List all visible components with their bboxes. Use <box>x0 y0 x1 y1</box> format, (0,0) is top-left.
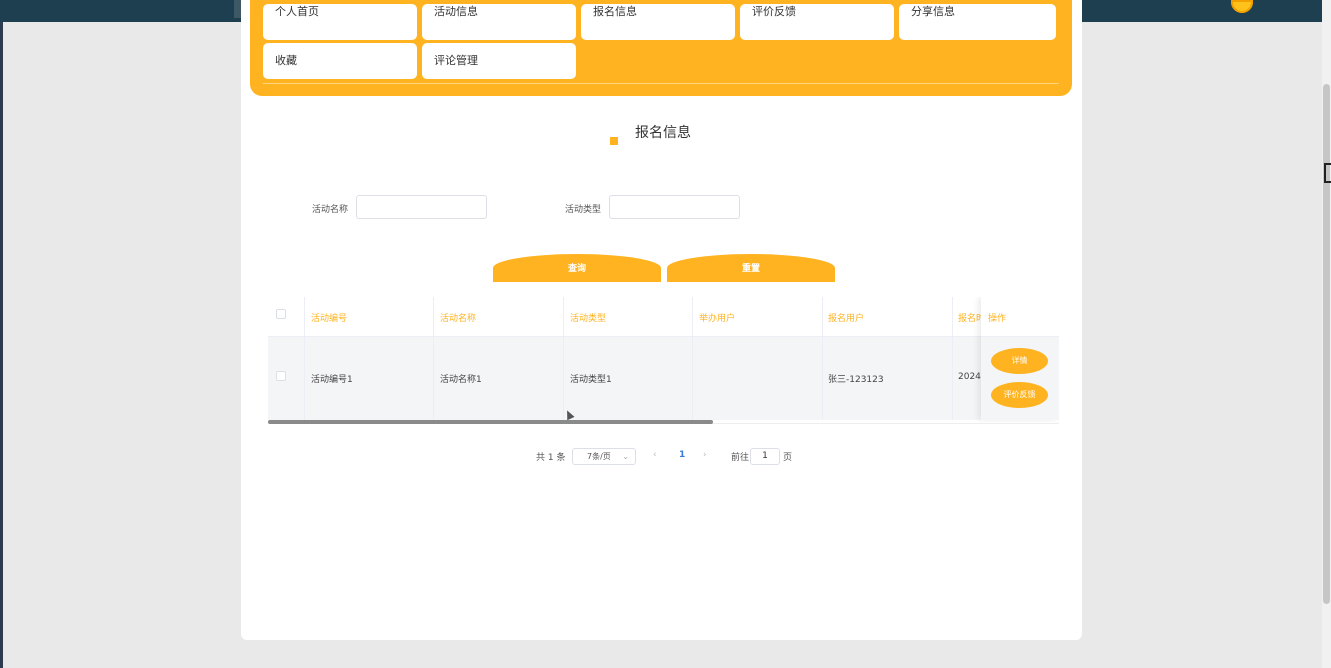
goto-label: 前往 <box>731 453 750 463</box>
activity-type-label: 活动类型 <box>565 205 602 215</box>
menu-item-label: 评价反馈 <box>752 5 796 18</box>
table-row[interactable] <box>268 337 1059 420</box>
prev-page-icon[interactable]: ‹ <box>653 450 657 460</box>
menu-item-share-info[interactable]: 分享信息 <box>899 4 1056 40</box>
page-title: 报名信息 <box>635 125 691 141</box>
column-divider <box>433 297 434 420</box>
menu-item-review-feedback[interactable]: 评价反馈 <box>740 4 894 40</box>
current-page-number[interactable]: 1 <box>679 450 685 460</box>
menu-item-label: 活动信息 <box>434 5 478 18</box>
pagination-total: 共 1 条 <box>536 453 566 463</box>
menu-divider <box>263 83 1059 84</box>
row-checkbox[interactable] <box>276 371 286 381</box>
table-cell: 活动编号1 <box>311 375 353 385</box>
title-square-icon <box>610 137 618 145</box>
activity-name-label: 活动名称 <box>312 205 349 215</box>
column-header[interactable]: 活动类型 <box>570 311 606 324</box>
page-scrollbar-thumb[interactable] <box>1323 84 1330 604</box>
column-header[interactable]: 报名用户 <box>828 311 864 324</box>
column-divider <box>563 297 564 420</box>
menu-item-label: 评论管理 <box>434 54 478 67</box>
column-header[interactable]: 举办用户 <box>699 311 735 324</box>
menu-item-favorites[interactable]: 收藏 <box>263 43 417 79</box>
page-suffix-label: 页 <box>783 453 793 463</box>
column-header[interactable]: 活动名称 <box>440 311 476 324</box>
table-cell: 张三-123123 <box>828 375 884 385</box>
actions-header: 操作 <box>988 314 1007 324</box>
menu-item-label: 分享信息 <box>911 5 955 18</box>
detail-button[interactable]: 详情 <box>991 348 1048 374</box>
column-divider <box>822 297 823 420</box>
page-size-select[interactable]: 7条/页 ⌄ <box>572 448 636 465</box>
window-left-edge <box>0 0 3 668</box>
query-button[interactable]: 查询 <box>493 254 661 282</box>
select-all-checkbox[interactable] <box>276 309 286 319</box>
table-horizontal-scrollbar[interactable] <box>268 420 713 424</box>
page-size-value: 7条/页 <box>587 452 611 461</box>
activity-name-input[interactable] <box>356 195 487 219</box>
activity-type-input[interactable] <box>609 195 740 219</box>
reset-button[interactable]: 重置 <box>667 254 835 282</box>
menu-item-home[interactable]: 个人首页 <box>263 4 417 40</box>
cropped-side-icon <box>1324 163 1331 183</box>
menu-item-registration-info[interactable]: 报名信息 <box>581 4 735 40</box>
menu-item-label: 个人首页 <box>275 5 319 18</box>
next-page-icon[interactable]: › <box>703 450 707 460</box>
chevron-down-icon: ⌄ <box>622 452 629 461</box>
column-divider <box>304 297 305 420</box>
review-feedback-button[interactable]: 评价反馈 <box>991 382 1048 408</box>
table-cell: 活动类型1 <box>570 375 612 385</box>
registration-table: 活动编号 活动名称 活动类型 举办用户 报名用户 报名时间 活动编号1 活动名称… <box>268 297 1059 424</box>
menu-item-comment-management[interactable]: 评论管理 <box>422 43 576 79</box>
user-avatar-icon[interactable] <box>1231 0 1253 13</box>
menu-item-activity-info[interactable]: 活动信息 <box>422 4 576 40</box>
actions-column: 操作 详情 评价反馈 <box>981 297 1059 420</box>
column-divider <box>952 297 953 420</box>
column-divider <box>692 297 693 420</box>
goto-page-input[interactable]: 1 <box>750 448 780 465</box>
menu-item-label: 收藏 <box>275 54 297 67</box>
table-cell: 活动名称1 <box>440 375 482 385</box>
column-header[interactable]: 活动编号 <box>311 311 347 324</box>
menu-item-label: 报名信息 <box>593 5 637 18</box>
table-header-row <box>268 297 1059 337</box>
